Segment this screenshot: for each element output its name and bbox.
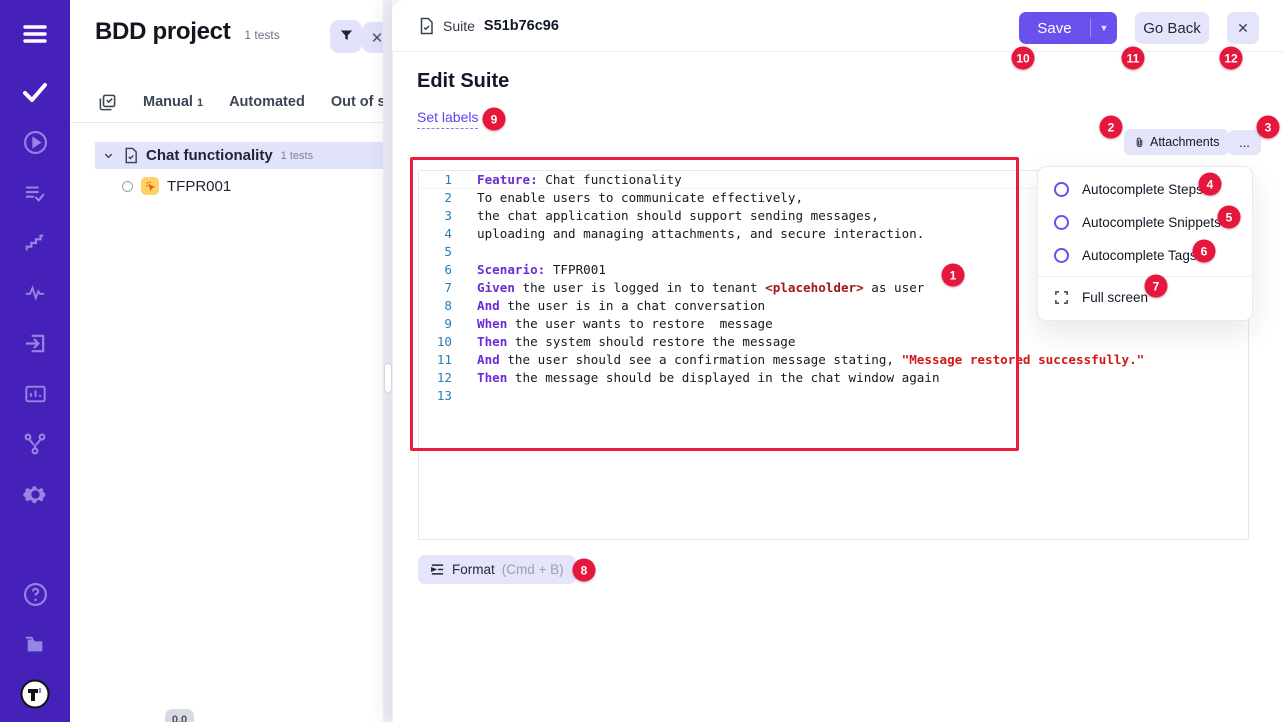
code-text: the chat application should support send… xyxy=(477,207,879,225)
suite-row-chat-functionality[interactable]: Chat functionality 1 tests xyxy=(95,142,383,169)
code-text: Feature: Chat functionality xyxy=(477,171,682,188)
fullscreen-icon xyxy=(1054,290,1069,305)
radio-icon[interactable] xyxy=(1054,215,1069,230)
chevron-down-icon[interactable]: ▼ xyxy=(1091,23,1117,33)
suite-row-label: Chat functionality xyxy=(146,147,273,164)
bar-chart-icon[interactable] xyxy=(0,377,70,411)
menu-divider xyxy=(1038,276,1252,277)
steps-icon[interactable] xyxy=(0,226,70,260)
activity-icon[interactable] xyxy=(0,276,70,310)
line-number: 3 xyxy=(419,207,461,225)
line-number: 2 xyxy=(419,189,461,207)
editor-options-menu: Autocomplete Steps Autocomplete Snippets… xyxy=(1037,166,1253,321)
code-line[interactable]: 13 xyxy=(419,387,1248,405)
radio-icon[interactable] xyxy=(1054,182,1069,197)
code-text: uploading and managing attachments, and … xyxy=(477,225,924,243)
menu-item-autocomplete-tags[interactable]: Autocomplete Tags xyxy=(1038,239,1252,272)
folder-icon[interactable] xyxy=(0,628,70,662)
filter-icon xyxy=(339,28,354,46)
code-text: And the user should see a confirmation m… xyxy=(477,351,1144,369)
set-labels-link[interactable]: Set labels xyxy=(417,109,478,129)
tests-list-icon xyxy=(98,93,117,112)
paperclip-icon xyxy=(1134,136,1145,149)
test-row-tfpr001[interactable]: TFPR001 xyxy=(122,172,231,200)
drawer-header: Suite S51b76c96 Save ▼ Go Back ✕ xyxy=(392,0,1284,52)
tests-check-icon[interactable] xyxy=(0,75,70,109)
logo-icon[interactable] xyxy=(0,677,70,711)
code-text: When the user wants to restore message xyxy=(477,315,773,333)
suite-file-icon xyxy=(123,147,138,164)
test-radio[interactable] xyxy=(122,181,133,192)
drawer-close-button[interactable]: ✕ xyxy=(1227,12,1259,44)
tree-panel: BDD project 1 tests ✕ Manual 1 Automated xyxy=(70,0,392,722)
line-number: 9 xyxy=(419,315,461,333)
line-number: 5 xyxy=(419,243,461,261)
project-title: BDD project xyxy=(95,18,230,46)
project-test-count: 1 tests xyxy=(244,28,279,42)
gear-icon[interactable] xyxy=(0,477,70,511)
line-number: 4 xyxy=(419,225,461,243)
save-button[interactable]: Save ▼ xyxy=(1019,12,1117,44)
app-window: BDD project 1 tests ✕ Manual 1 Automated xyxy=(0,0,1284,722)
line-number: 1 xyxy=(419,171,461,188)
menu-item-autocomplete-steps[interactable]: Autocomplete Steps xyxy=(1038,173,1252,206)
menu-item-autocomplete-snippets[interactable]: Autocomplete Snippets xyxy=(1038,206,1252,239)
code-text: Scenario: TFPR001 xyxy=(477,261,606,279)
suite-title: Suite S51b76c96 xyxy=(418,17,559,35)
menu-item-full-screen[interactable]: Full screen xyxy=(1038,281,1252,314)
code-text: To enable users to communicate effective… xyxy=(477,189,803,207)
line-number: 13 xyxy=(419,387,461,405)
code-text: Given the user is logged in to tenant <p… xyxy=(477,279,924,297)
tree-footer-hint: 0.0 xyxy=(165,709,194,722)
indent-format-icon xyxy=(430,562,445,577)
more-options-button[interactable]: ... xyxy=(1228,130,1261,155)
attachments-button[interactable]: Attachments xyxy=(1124,129,1229,155)
format-button[interactable]: Format (Cmd + B) xyxy=(418,555,576,584)
format-shortcut-hint: (Cmd + B) xyxy=(502,562,564,577)
tab-manual[interactable]: Manual 1 xyxy=(143,94,203,110)
project-header: BDD project 1 tests xyxy=(95,18,280,46)
app-sidebar xyxy=(0,0,70,722)
panel-resize-handle[interactable] xyxy=(384,363,392,393)
line-number: 6 xyxy=(419,261,461,279)
chevron-down-icon[interactable] xyxy=(103,150,114,161)
help-icon[interactable] xyxy=(0,577,70,611)
line-number: 11 xyxy=(419,351,461,369)
code-text: And the user is in a chat conversation xyxy=(477,297,765,315)
code-line[interactable]: 11 And the user should see a confirmation… xyxy=(419,351,1248,369)
suite-file-icon xyxy=(418,17,434,35)
branch-icon[interactable] xyxy=(0,427,70,461)
list-check-icon[interactable] xyxy=(0,176,70,210)
go-back-button[interactable]: Go Back xyxy=(1135,12,1209,44)
line-number: 12 xyxy=(419,369,461,387)
tests-tabs: Manual 1 Automated Out of sy xyxy=(98,88,392,116)
code-line[interactable]: 10 Then the system should restore the mes… xyxy=(419,333,1248,351)
tab-automated[interactable]: Automated xyxy=(229,94,305,110)
suite-id: S51b76c96 xyxy=(484,18,559,34)
menu-icon[interactable] xyxy=(0,17,70,51)
line-number: 10 xyxy=(419,333,461,351)
close-icon: ✕ xyxy=(1237,20,1249,36)
line-number: 7 xyxy=(419,279,461,297)
radio-icon[interactable] xyxy=(1054,248,1069,263)
code-text: Then the message should be displayed in … xyxy=(477,369,940,387)
test-row-label: TFPR001 xyxy=(167,178,231,195)
code-line[interactable]: 12 Then the message should be displayed i… xyxy=(419,369,1248,387)
line-number: 8 xyxy=(419,297,461,315)
play-circle-icon[interactable] xyxy=(0,125,70,159)
close-icon: ✕ xyxy=(371,29,384,47)
page-title: Edit Suite xyxy=(417,70,509,93)
import-icon[interactable] xyxy=(0,326,70,360)
suite-label: Suite xyxy=(443,18,475,34)
tabs-divider xyxy=(70,122,392,123)
panel-divider xyxy=(383,0,392,722)
suite-row-count: 1 tests xyxy=(281,150,313,162)
header-actions: Save ▼ Go Back ✕ xyxy=(1019,12,1259,44)
code-text: Then the system should restore the messa… xyxy=(477,333,795,351)
filter-button[interactable] xyxy=(330,20,362,53)
click-emoji-icon xyxy=(141,177,159,195)
